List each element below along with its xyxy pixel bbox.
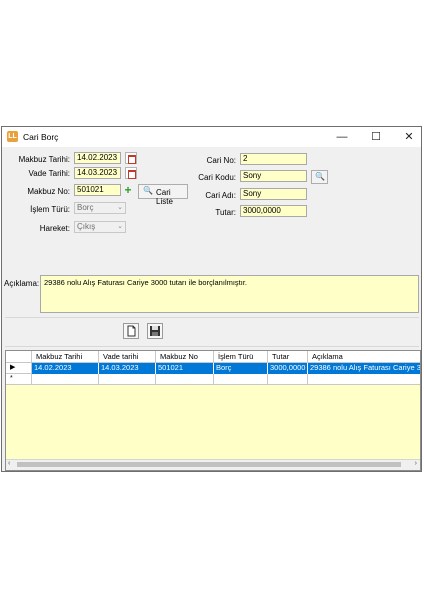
records-grid[interactable]: Makbuz Tarihi Vade tarihi Makbuz No İşle…: [5, 350, 421, 471]
table-cell[interactable]: [268, 374, 308, 385]
new-document-button[interactable]: [123, 323, 139, 339]
cari-kodu-field[interactable]: Sony: [240, 170, 307, 182]
makbuz-tarihi-label: Makbuz Tarihi:: [18, 155, 70, 164]
table-cell[interactable]: [214, 374, 268, 385]
hareket-label: Hareket:: [39, 224, 70, 233]
makbuz-no-field[interactable]: 501021: [74, 184, 121, 196]
new-document-icon: [127, 325, 136, 337]
table-cell[interactable]: 29386 nolu Alış Faturası Cariye 3000: [308, 363, 420, 374]
maximize-button[interactable]: ☐: [362, 127, 390, 147]
islem-turu-label: İşlem Türü:: [30, 205, 70, 214]
save-button[interactable]: [147, 323, 163, 339]
aciklama-textarea[interactable]: 29386 nolu Alış Faturası Cariye 3000 tut…: [40, 275, 419, 313]
close-button[interactable]: ✕: [395, 127, 423, 147]
cari-no-field[interactable]: 2: [240, 153, 307, 165]
makbuz-tarihi-field[interactable]: 14.02.2023: [74, 152, 121, 164]
scroll-left-icon[interactable]: ‹: [8, 460, 10, 467]
column-header[interactable]: Tutar: [268, 351, 308, 363]
table-cell[interactable]: [156, 374, 214, 385]
cari-adi-label: Cari Adı:: [205, 191, 236, 200]
chevron-down-icon: ⌄: [117, 204, 123, 211]
cari-no-label: Cari No:: [206, 156, 236, 165]
table-cell[interactable]: 14.03.2023: [99, 363, 156, 374]
table-cell[interactable]: [99, 374, 156, 385]
table-cell[interactable]: 14.02.2023: [32, 363, 99, 374]
cari-adi-field[interactable]: Sony: [240, 188, 307, 200]
tutar-label: Tutar:: [215, 208, 236, 217]
minimize-button[interactable]: —: [328, 127, 356, 147]
cari-kodu-label: Cari Kodu:: [198, 173, 236, 182]
chevron-down-icon: ⌄: [117, 223, 123, 230]
app-icon: LL: [7, 131, 18, 142]
title-bar: LL Cari Borç — ☐ ✕: [2, 127, 421, 147]
scroll-right-icon[interactable]: ›: [415, 460, 417, 467]
column-header[interactable]: İşlem Türü: [214, 351, 268, 363]
save-icon: [150, 326, 160, 336]
makbuz-no-label: Makbuz No:: [27, 187, 70, 196]
vade-tarihi-calendar-icon[interactable]: [125, 167, 137, 179]
makbuz-tarihi-calendar-icon[interactable]: [125, 152, 137, 164]
tutar-field[interactable]: 3000,0000: [240, 205, 307, 217]
current-row-marker-icon[interactable]: ▶: [6, 363, 32, 374]
search-icon: 🔍: [143, 186, 153, 195]
table-cell[interactable]: 501021: [156, 363, 214, 374]
search-icon: 🔍: [315, 172, 325, 181]
row-header-corner: [6, 351, 32, 363]
islem-turu-value: Borç: [77, 203, 94, 212]
vade-tarihi-field[interactable]: 14.03.2023: [74, 167, 121, 179]
table-cell[interactable]: [308, 374, 420, 385]
new-row-marker-icon[interactable]: *: [6, 374, 32, 385]
cari-borc-window: LL Cari Borç — ☐ ✕ Makbuz Tarihi: 14.02.…: [1, 126, 422, 472]
hareket-select[interactable]: Çıkış ⌄: [74, 221, 126, 233]
table-cell[interactable]: 3000,0000: [268, 363, 308, 374]
scrollbar-thumb[interactable]: [17, 462, 401, 467]
table-cell[interactable]: Borç: [214, 363, 268, 374]
column-header[interactable]: Makbuz No: [156, 351, 214, 363]
aciklama-label: Açıklama:: [4, 279, 40, 288]
hareket-value: Çıkış: [77, 222, 96, 231]
add-icon[interactable]: +: [122, 184, 134, 196]
cari-search-button[interactable]: 🔍: [311, 170, 328, 184]
horizontal-scrollbar[interactable]: ‹ ›: [6, 459, 420, 470]
islem-turu-select[interactable]: Borç ⌄: [74, 202, 126, 214]
column-header[interactable]: Makbuz Tarihi: [32, 351, 99, 363]
column-header[interactable]: Açıklama: [308, 351, 420, 363]
column-header[interactable]: Vade tarihi: [99, 351, 156, 363]
vade-tarihi-label: Vade Tarihi:: [28, 169, 70, 178]
table-cell[interactable]: [32, 374, 99, 385]
window-title: Cari Borç: [23, 132, 59, 142]
toolbar-panel: [5, 317, 419, 347]
